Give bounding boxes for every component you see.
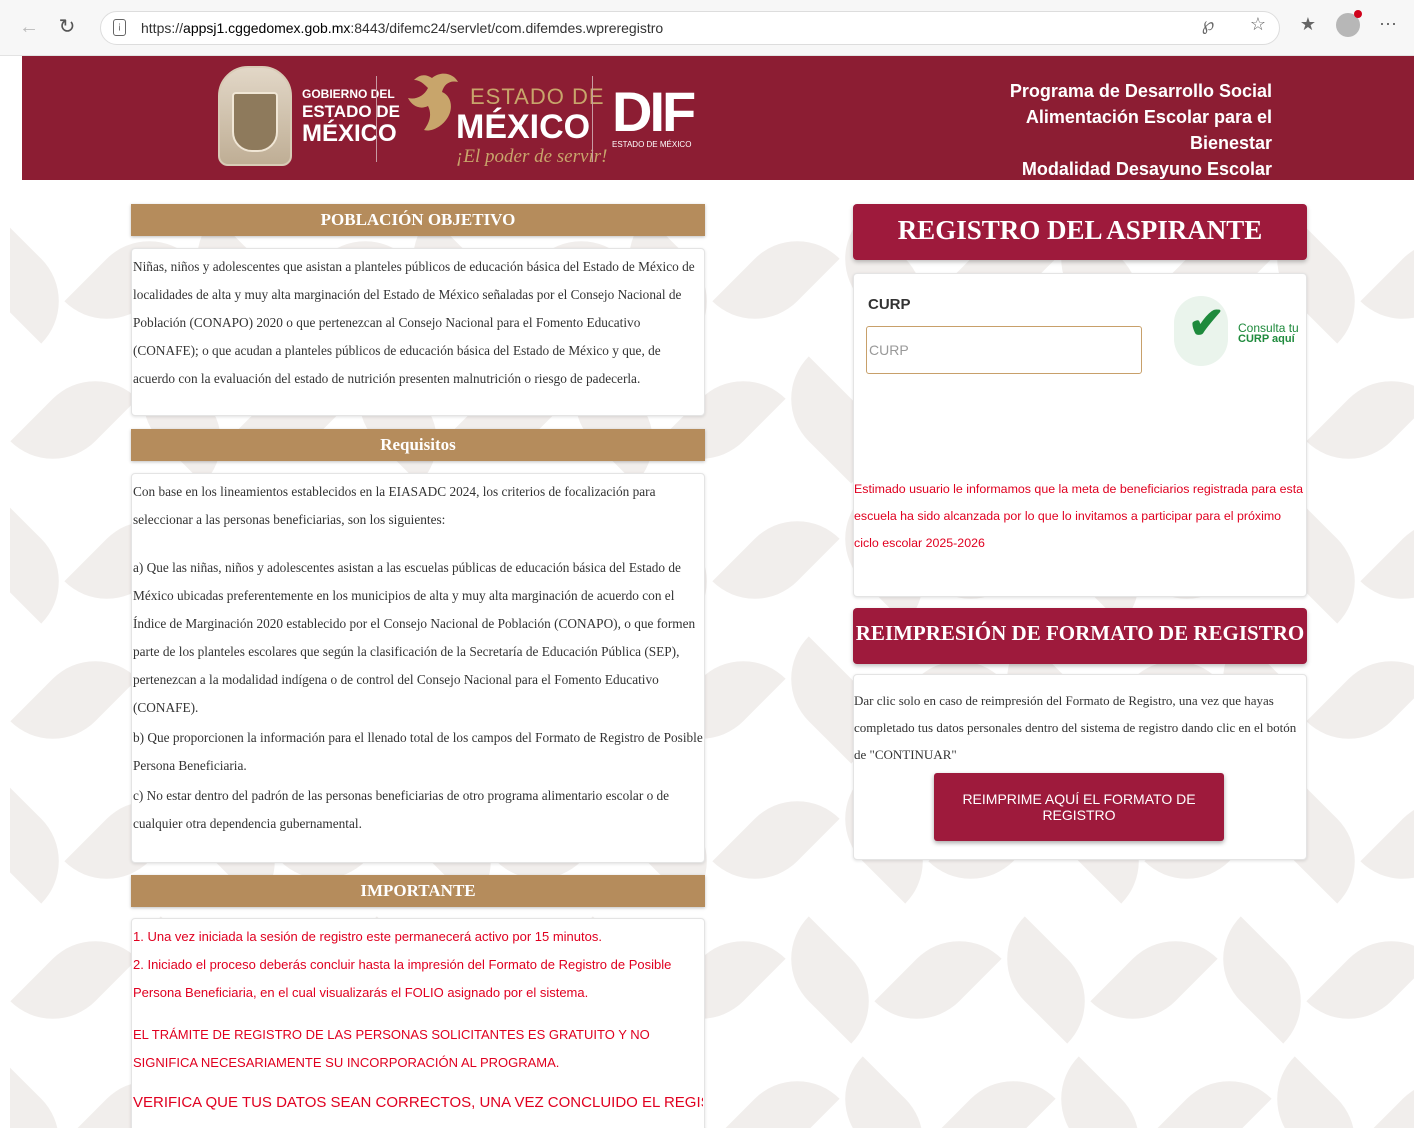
program-title: Programa de Desarrollo Social Alimentaci… <box>952 78 1272 208</box>
registro-title: REGISTRO DEL ASPIRANTE <box>853 204 1307 260</box>
registro-box: CURP ✔ Consulta tu CURP aquí Estimado us… <box>853 273 1307 597</box>
header-divider <box>592 76 593 162</box>
consulta-line2: CURP aquí <box>1238 333 1295 345</box>
importante-title: IMPORTANTE <box>131 875 705 907</box>
background-leaf <box>712 496 840 624</box>
background-leaf <box>10 496 84 624</box>
curp-label: CURP <box>868 296 911 313</box>
edomex-slogan: ¡El poder de servir! <box>456 146 608 167</box>
background-leaf <box>712 216 840 344</box>
curp-input[interactable] <box>866 326 1142 374</box>
edomex-line2: MÉXICO <box>456 108 591 146</box>
edomex-line1: ESTADO DE <box>470 84 605 109</box>
requisitos-item-a: a) Que las niñas, niños y adolescentes a… <box>133 560 696 715</box>
requisitos-item-b: b) Que proporcionen la información para … <box>133 730 703 773</box>
person-figure-icon: ✔ <box>1188 299 1225 348</box>
background-leaf <box>10 776 84 904</box>
reprint-button[interactable]: REIMPRIME AQUÍ EL FORMATO DE REGISTRO <box>934 773 1224 841</box>
background-leaf <box>1306 636 1414 764</box>
favorites-list-icon[interactable]: ★ <box>1296 14 1320 35</box>
background-leaf <box>10 636 138 764</box>
background-leaf <box>1360 216 1414 344</box>
background-leaf <box>10 916 138 1044</box>
importante-verifica: VERIFICA QUE TUS DATOS SEAN CORRECTOS, U… <box>133 1094 703 1111</box>
site-header: GOBIERNO DEL ESTADO DE MÉXICO ESTADO DE … <box>22 56 1414 205</box>
requisitos-intro: Con base en los lineamientos establecido… <box>133 484 656 527</box>
background-leaf <box>1252 1056 1380 1128</box>
background-leaf <box>928 1056 1056 1128</box>
background-leaf <box>10 1056 84 1128</box>
page-content: GOBIERNO DEL ESTADO DE MÉXICO ESTADO DE … <box>10 56 1414 1128</box>
background-leaf <box>1036 1056 1164 1128</box>
importante-tramite: EL TRÁMITE DE REGISTRO DE LAS PERSONAS S… <box>133 1027 650 1070</box>
background-leaf <box>1360 1056 1414 1128</box>
background-leaf <box>712 1056 840 1128</box>
background-leaf <box>766 916 894 1044</box>
background-leaf <box>1198 916 1326 1044</box>
poblacion-text: Niñas, niños y adolescentes que asistan … <box>133 259 695 386</box>
browser-toolbar: ← ↻ ¡ https://appsj1.cggedomex.gob.mx:84… <box>0 0 1414 56</box>
program-line1: Programa de Desarrollo Social <box>1009 81 1272 101</box>
poblacion-box: Niñas, niños y adolescentes que asistan … <box>131 248 705 416</box>
background-leaf <box>1144 1056 1272 1128</box>
dif-logo-letters: DIF <box>612 80 696 143</box>
reimpresion-box: Dar clic solo en caso de reimpresión del… <box>853 674 1307 860</box>
program-line2: Alimentación Escolar para el Bienestar <box>1025 107 1272 153</box>
requisitos-title: Requisitos <box>131 429 705 461</box>
requisitos-box: Con base en los lineamientos establecido… <box>131 473 705 863</box>
page-info-icon[interactable]: ¡ <box>113 19 126 36</box>
profile-avatar[interactable] <box>1336 10 1362 37</box>
background-leaf <box>1306 916 1414 1044</box>
reload-icon[interactable]: ↻ <box>52 12 82 42</box>
background-leaf <box>1360 776 1414 904</box>
program-line3: Modalidad Desayuno Escolar Caliente <box>1021 159 1272 205</box>
background-leaf <box>10 356 138 484</box>
background-leaf <box>712 776 840 904</box>
background-leaf <box>10 216 84 344</box>
background-leaf <box>874 916 1002 1044</box>
background-leaf <box>1090 916 1218 1044</box>
url-scheme: https:// <box>141 20 184 36</box>
requisitos-item-c: c) No estar dentro del padrón de las per… <box>133 788 670 831</box>
background-leaf <box>1360 496 1414 624</box>
url-text[interactable]: https://appsj1.cggedomex.gob.mx:8443/dif… <box>141 20 663 36</box>
importante-item2: 2. Iniciado el proceso deberás concluir … <box>133 957 672 1000</box>
background-leaf <box>1306 356 1414 484</box>
gobierno-line1: GOBIERNO DEL <box>302 87 395 101</box>
url-path: :8443/difemc24/servlet/com.difemdes.wpre… <box>350 20 664 36</box>
gobierno-line3: MÉXICO <box>302 120 397 147</box>
background-leaf <box>982 916 1110 1044</box>
gobierno-coat-of-arms-logo <box>218 66 292 166</box>
importante-box: 1. Una vez iniciada la sesión de registr… <box>131 918 705 1128</box>
importante-item1: 1. Una vez iniciada la sesión de registr… <box>133 929 602 944</box>
url-host: appsj1.cggedomex.gob.mx <box>183 20 351 36</box>
reimpresion-title: REIMPRESIÓN DE FORMATO DE REGISTRO <box>853 608 1307 664</box>
meta-alcanzada-notice: Estimado usuario le informamos que la me… <box>854 482 1304 550</box>
address-bar[interactable]: ¡ https://appsj1.cggedomex.gob.mx:8443/d… <box>100 11 1280 45</box>
reimpresion-text: Dar clic solo en caso de reimpresión del… <box>854 693 1297 762</box>
consulta-curp-link[interactable]: ✔ Consulta tu CURP aquí <box>1174 296 1304 366</box>
gobierno-line2: ESTADO DE <box>302 102 400 121</box>
dif-logo-subtitle: ESTADO DE MÉXICO <box>612 140 692 149</box>
favorite-star-icon[interactable]: ☆ <box>1246 14 1270 35</box>
poblacion-title: POBLACIÓN OBJETIVO <box>131 204 705 236</box>
more-options-icon[interactable]: ⋯ <box>1376 14 1400 35</box>
notification-dot <box>1354 10 1362 18</box>
header-divider <box>376 76 377 162</box>
password-key-icon[interactable]: ℘ <box>1196 14 1220 35</box>
gobierno-logo-text: GOBIERNO DEL ESTADO DE MÉXICO <box>302 88 400 146</box>
edomex-bird-icon <box>408 73 458 131</box>
back-arrow-icon[interactable]: ← <box>14 12 44 42</box>
shield-icon <box>232 92 278 152</box>
background-leaf <box>820 1056 948 1128</box>
